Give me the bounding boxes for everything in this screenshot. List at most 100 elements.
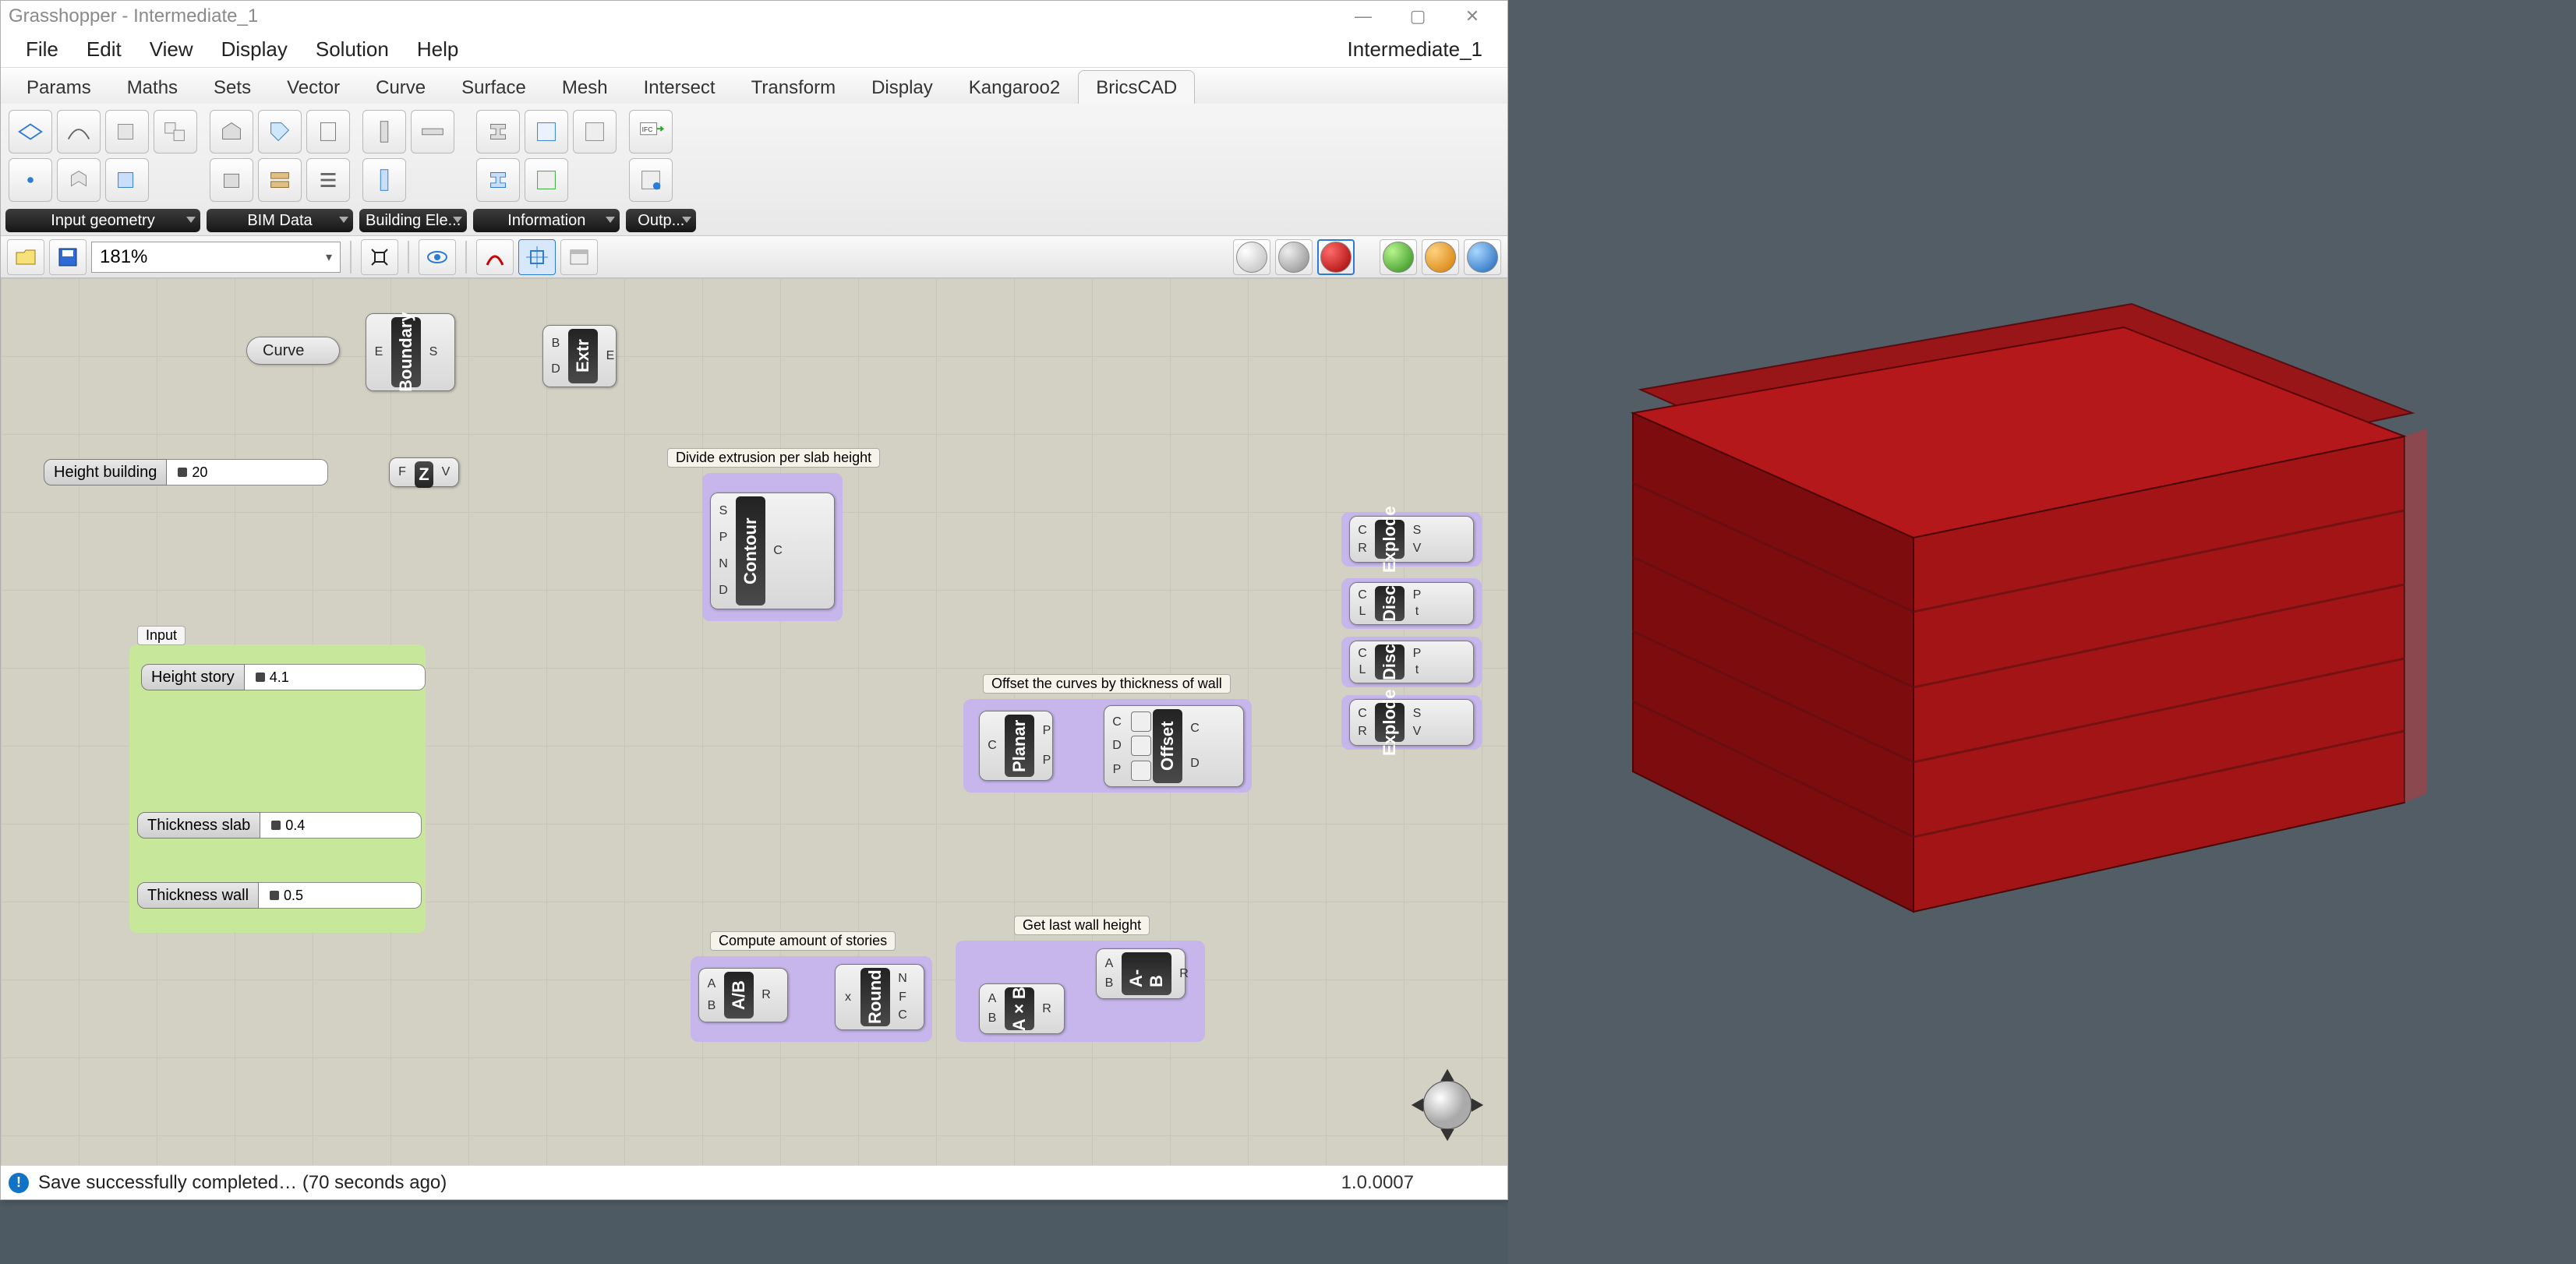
canvas[interactable]: Input Divide extrusion per slab height O… — [1, 278, 1507, 1165]
tool-ifc-export-icon[interactable]: IFC — [629, 110, 673, 154]
node-core: Z — [415, 461, 433, 488]
node-core: Explode — [1375, 703, 1405, 742]
status-info-icon: ! — [9, 1173, 29, 1193]
ribbon-panel-output: IFC Outp... — [626, 107, 696, 232]
tab-maths[interactable]: Maths — [109, 70, 196, 104]
node-boundary[interactable]: E Boundary S — [366, 313, 455, 391]
slider-label: Thickness wall — [137, 882, 259, 909]
compass-gizmo[interactable] — [1405, 1062, 1490, 1148]
tab-transform[interactable]: Transform — [733, 70, 853, 104]
snap-toggle-button[interactable] — [518, 239, 556, 275]
tool-column-icon[interactable] — [362, 110, 406, 154]
menu-view[interactable]: View — [136, 33, 207, 66]
node-extrude[interactable]: BD Extr E — [542, 325, 617, 387]
node-multiplication[interactable]: AB A×B R — [979, 983, 1065, 1034]
open-button[interactable] — [7, 239, 44, 275]
node-round[interactable]: x Round NFC — [835, 964, 924, 1030]
slider-height-building[interactable]: Height building 20 — [44, 459, 328, 485]
tool-point-icon[interactable] — [9, 158, 52, 202]
sketch-button[interactable] — [476, 239, 514, 275]
ribbon-panel-caption[interactable]: Building Ele... — [359, 209, 467, 232]
tool-wall-icon[interactable] — [258, 158, 302, 202]
slider-height-story[interactable]: Height story 4.1 — [141, 664, 426, 690]
node-disc-2[interactable]: CL Disc Pt — [1349, 641, 1474, 683]
panel-button[interactable] — [560, 239, 598, 275]
tab-display[interactable]: Display — [853, 70, 951, 104]
window-minimize-button[interactable]: — — [1336, 2, 1390, 31]
group-label-stories: Compute amount of stories — [710, 931, 896, 951]
blue-mode-button[interactable] — [1464, 239, 1501, 275]
menu-solution[interactable]: Solution — [302, 33, 403, 66]
tab-params[interactable]: Params — [9, 70, 109, 104]
tab-bricscad[interactable]: BricsCAD — [1078, 70, 1195, 104]
slider-label: Thickness slab — [137, 812, 260, 839]
tool-info-icon[interactable] — [525, 110, 568, 154]
tab-intersect[interactable]: Intersect — [626, 70, 733, 104]
wireframe-mode-button[interactable] — [1233, 239, 1270, 275]
slider-thickness-slab[interactable]: Thickness slab 0.4 — [137, 812, 422, 839]
window-title: Grasshopper - Intermediate_1 — [9, 5, 258, 27]
zoom-extents-button[interactable] — [361, 239, 398, 275]
menu-edit[interactable]: Edit — [72, 33, 136, 66]
tool-tag-icon[interactable] — [258, 110, 302, 154]
tool-building2-icon[interactable] — [210, 158, 253, 202]
node-division[interactable]: AB A/B R — [698, 968, 788, 1022]
tool-ibeam-icon[interactable] — [476, 110, 520, 154]
group-label: Input — [137, 626, 186, 645]
ribbon-panel-input-geometry: Input geometry — [5, 107, 200, 232]
ribbon-panel-information: Information — [473, 107, 620, 232]
rendered-mode-button[interactable] — [1317, 239, 1355, 275]
tab-mesh[interactable]: Mesh — [544, 70, 626, 104]
ribbon-panel-caption[interactable]: Information — [473, 209, 620, 232]
ribbon-panel-caption[interactable]: BIM Data — [207, 209, 353, 232]
tab-kangaroo2[interactable]: Kangaroo2 — [951, 70, 1078, 104]
tool-plane-icon[interactable] — [9, 110, 52, 154]
node-planar[interactable]: C Planar PP — [979, 711, 1053, 781]
menu-help[interactable]: Help — [403, 33, 472, 66]
node-subtraction[interactable]: AB A-B R — [1096, 948, 1186, 999]
menu-file[interactable]: File — [12, 33, 72, 66]
group-label-lastwall: Get last wall height — [1014, 916, 1150, 935]
tool-info3-icon[interactable] — [573, 110, 617, 154]
window-maximize-button[interactable]: ▢ — [1390, 2, 1445, 31]
tool-slab-icon[interactable] — [411, 110, 454, 154]
node-core: Disc — [1375, 644, 1405, 680]
save-button[interactable] — [49, 239, 87, 275]
window-close-button[interactable]: ✕ — [1445, 2, 1500, 31]
tool-solid-icon[interactable] — [57, 158, 101, 202]
tool-box-icon[interactable] — [105, 110, 149, 154]
node-offset[interactable]: CDP Offset CD — [1104, 705, 1244, 787]
node-core: Explode — [1375, 520, 1405, 559]
tool-info2-icon[interactable] — [525, 158, 568, 202]
menu-display[interactable]: Display — [207, 33, 302, 66]
tool-box-blue-icon[interactable] — [105, 158, 149, 202]
tool-output2-icon[interactable] — [629, 158, 673, 202]
tool-column2-icon[interactable] — [362, 158, 406, 202]
tool-list-icon[interactable] — [306, 158, 350, 202]
green-mode-button[interactable] — [1380, 239, 1417, 275]
slider-thickness-wall[interactable]: Thickness wall 0.5 — [137, 882, 422, 909]
node-disc-1[interactable]: CL Disc Pt — [1349, 582, 1474, 625]
tool-ibeam2-icon[interactable] — [476, 158, 520, 202]
tool-building-icon[interactable] — [210, 110, 253, 154]
param-curve[interactable]: Curve — [246, 337, 340, 365]
ribbon-panel-caption[interactable]: Outp... — [626, 209, 696, 232]
dropdown-arrow-icon: ▾ — [326, 249, 332, 265]
orange-mode-button[interactable] — [1422, 239, 1459, 275]
tool-multi-box-icon[interactable] — [154, 110, 197, 154]
node-explode-1[interactable]: CR Explode SV — [1349, 516, 1474, 563]
viewport-3d[interactable] — [1508, 0, 2576, 1264]
tool-profile-icon[interactable] — [306, 110, 350, 154]
tab-surface[interactable]: Surface — [443, 70, 544, 104]
tab-curve[interactable]: Curve — [358, 70, 443, 104]
shaded-mode-button[interactable] — [1275, 239, 1313, 275]
node-contour[interactable]: SPND Contour C — [710, 493, 835, 609]
preview-toggle-button[interactable] — [419, 239, 456, 275]
node-unit-z[interactable]: F Z V — [389, 457, 459, 487]
zoom-dropdown[interactable]: 181% ▾ — [91, 242, 341, 273]
node-explode-2[interactable]: CR Explode SV — [1349, 699, 1474, 746]
tab-sets[interactable]: Sets — [196, 70, 269, 104]
tab-vector[interactable]: Vector — [269, 70, 358, 104]
tool-curve-icon[interactable] — [57, 110, 101, 154]
ribbon-panel-caption[interactable]: Input geometry — [5, 209, 200, 232]
